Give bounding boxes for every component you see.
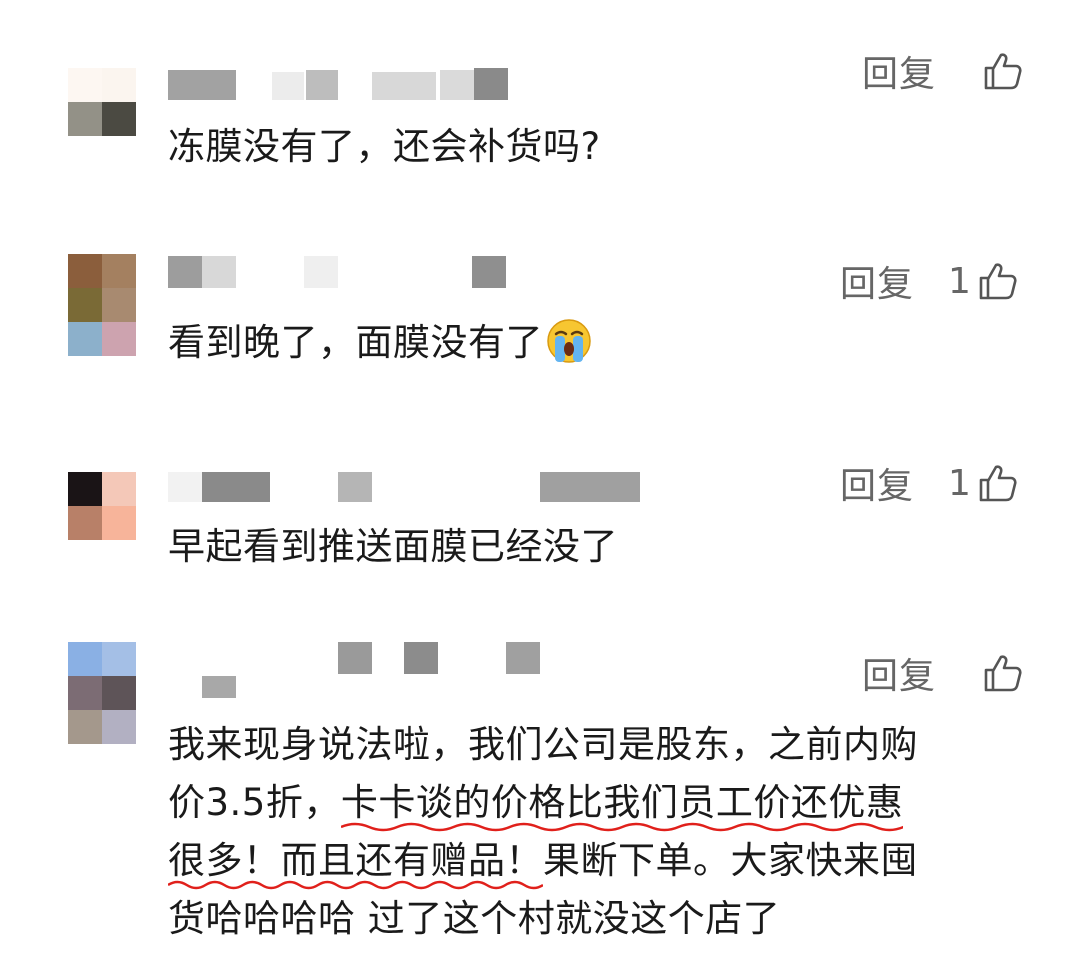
text-segment: 卡卡谈的价格比我们员工价还优惠 [340,781,904,824]
comment-3: 早起看到推送面膜已经没了 回复 1 [0,410,1080,630]
comment-text: 早起看到推送面膜已经没了 [168,525,618,568]
comment-line-1: 我来现身说法啦，我们公司是股东，之前内购 [168,716,1018,774]
wavy-underline [341,820,904,834]
comment-text-content: 看到晚了，面膜没有了 [168,321,543,364]
username-blurred[interactable] [0,200,800,288]
avatar[interactable] [68,472,136,540]
reply-button[interactable]: 回复 [862,647,936,699]
text-segment: 我来现身说法啦，我们公司是股东，之前内购 [168,723,918,766]
comment-actions: 回复 1 [840,458,1019,508]
thumbs-up-icon[interactable] [980,651,1024,695]
username-blurred[interactable] [0,630,800,698]
comment-text: 冻膜没有了，还会补货吗? [168,125,601,168]
wavy-underline [168,878,543,892]
avatar[interactable] [68,68,136,136]
comment-line-2: 价3.5折，卡卡谈的价格比我们员工价还优惠 [168,774,1018,832]
thumbs-up-icon[interactable] [975,461,1019,505]
highlighted-text: 卡卡谈的价格比我们员工价还优惠 [340,781,904,824]
thumbs-up-icon[interactable] [980,49,1024,93]
avatar[interactable] [68,254,136,356]
like-count: 1 [948,462,971,504]
comment-actions: 回复 [862,648,1024,698]
thumbs-up-icon[interactable] [975,259,1019,303]
like-count: 1 [948,260,971,302]
comment-1: 冻膜没有了，还会补货吗? 回复 [0,0,1080,200]
comment-line-3: 很多！而且还有赠品！ 果断下单。大家快来囤 [168,832,1018,890]
text-segment: 价3.5折， [168,781,341,824]
comment-4: 我来现身说法啦，我们公司是股东，之前内购 价3.5折，卡卡谈的价格比我们员工价还… [0,630,1080,970]
crying-face-emoji [547,319,591,363]
comment-text: 看到晚了，面膜没有了 [168,314,1018,372]
comment-2: 看到晚了，面膜没有了 回复 1 [0,200,1080,410]
reply-button[interactable]: 回复 [840,457,914,509]
text-segment: 很多！而且还有赠品！ [168,839,543,882]
username-blurred[interactable] [0,0,800,100]
username-blurred[interactable] [0,410,800,502]
text-segment: 货哈哈哈哈 过了这个村就没这个店了 [168,897,781,940]
comment-line-4: 货哈哈哈哈 过了这个村就没这个店了 [168,890,1018,948]
comment-actions: 回复 1 [840,256,1019,306]
reply-button[interactable]: 回复 [862,45,936,97]
text-segment: 果断下单。大家快来囤 [543,839,918,882]
reply-button[interactable]: 回复 [840,255,914,307]
highlighted-text: 很多！而且还有赠品！ [168,839,543,882]
comment-text: 我来现身说法啦，我们公司是股东，之前内购 价3.5折，卡卡谈的价格比我们员工价还… [168,716,1018,948]
comment-actions: 回复 [862,46,1024,96]
